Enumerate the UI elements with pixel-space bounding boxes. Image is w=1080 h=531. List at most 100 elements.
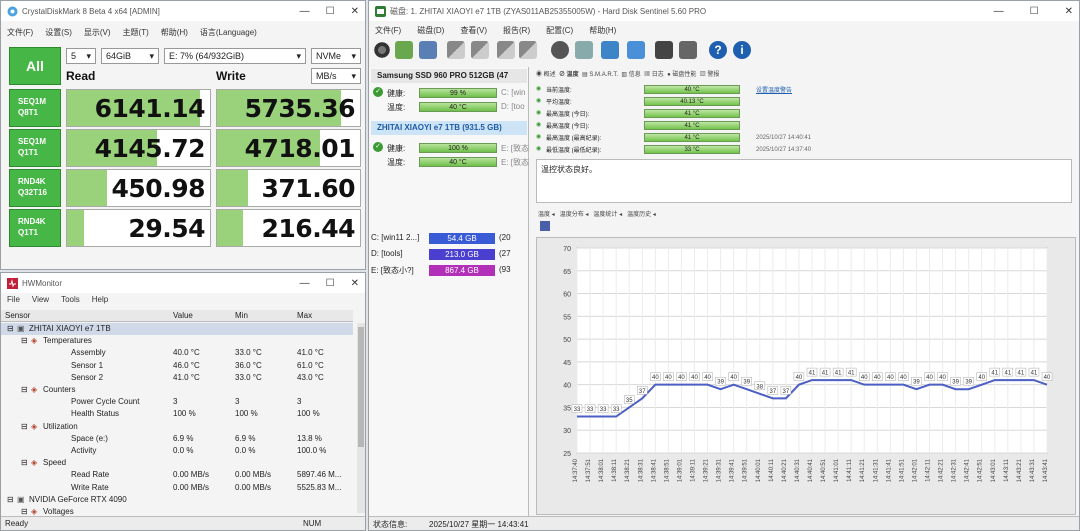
info-icon[interactable]: i: [733, 41, 751, 59]
tree-toggle-icon[interactable]: ⊟: [7, 324, 14, 333]
sensor-row[interactable]: Space (e:) 6.9 % 6.9 % 13.8 %: [1, 433, 353, 445]
menu-item-view[interactable]: 显示(V): [84, 27, 111, 38]
chart-tab-temp[interactable]: 温度: [538, 212, 550, 218]
tool-icon[interactable]: [447, 41, 465, 59]
sensor-row[interactable]: Health Status 100 % 100 % 100 %: [1, 408, 353, 420]
sensor-row[interactable]: Assembly 40.0 °C 33.0 °C 41.0 °C: [1, 347, 353, 359]
sensor-row[interactable]: ⊟ ◈ Counters: [1, 384, 353, 396]
menu-item-file[interactable]: File: [7, 295, 20, 304]
runs-select[interactable]: 5 ▾: [66, 48, 96, 64]
col-min[interactable]: Min: [235, 311, 248, 320]
volume-label[interactable]: D: [tools]: [371, 249, 403, 261]
menu-item-help[interactable]: Help: [92, 295, 108, 304]
close-button[interactable]: ✕: [1065, 6, 1073, 17]
tool-icon-4[interactable]: [519, 41, 537, 59]
test-button-3[interactable]: RND4K Q1T1: [9, 209, 61, 247]
menu-item-help[interactable]: 帮助(H): [161, 27, 188, 38]
tab-info[interactable]: ▥ 信息: [621, 72, 640, 78]
test-button-2[interactable]: RND4K Q32T16: [9, 169, 61, 207]
menu-item-theme[interactable]: 主题(T): [123, 27, 149, 38]
y-tick-label: 70: [563, 246, 571, 253]
tree-toggle-icon[interactable]: ⊟: [21, 507, 28, 516]
menu-item-view[interactable]: View: [32, 295, 49, 304]
copy-icon[interactable]: [575, 41, 593, 59]
menu-item-report[interactable]: 报告(R): [503, 25, 530, 36]
sensor-row[interactable]: ⊟ ◈ Temperatures: [1, 335, 353, 347]
help-icon[interactable]: ?: [709, 41, 727, 59]
tool-icon-3[interactable]: [497, 41, 515, 59]
menu-item-settings[interactable]: 设置(S): [45, 27, 72, 38]
test-button-0[interactable]: SEQ1M Q8T1: [9, 89, 61, 127]
settings-icon[interactable]: [601, 41, 619, 59]
monitor-icon[interactable]: [655, 41, 673, 59]
size-select[interactable]: 64GiB ▾: [101, 48, 159, 64]
volume-label[interactable]: E: [致态小?]: [371, 265, 414, 277]
tab-temperature[interactable]: ⊘ 温度: [559, 72, 579, 78]
chart-tab-stats[interactable]: 温度统计: [593, 212, 617, 218]
tab-smart[interactable]: ▤ S.M.A.R.T.: [582, 72, 618, 78]
disk-icon[interactable]: [551, 41, 569, 59]
chart-tab-history[interactable]: 温度历史: [627, 212, 651, 218]
sensor-max: 100 %: [297, 409, 320, 419]
tab-alerts[interactable]: ▧ 警报: [700, 72, 720, 78]
menu-item-disk[interactable]: 磁盘(D): [417, 25, 444, 36]
x-tick-label: 14:43:11: [1004, 458, 1010, 482]
tab-perf[interactable]: ● 磁盘性能: [667, 72, 696, 78]
sensor-row[interactable]: Sensor 1 46.0 °C 36.0 °C 61.0 °C: [1, 360, 353, 372]
scrollbar-thumb[interactable]: [358, 327, 364, 447]
report-icon[interactable]: [419, 41, 437, 59]
drive-select[interactable]: E: 7% (64/932GiB) ▾: [164, 48, 306, 64]
gear-icon[interactable]: [679, 41, 697, 59]
menu-item-file[interactable]: 文件(F): [375, 25, 401, 36]
col-value[interactable]: Value: [173, 311, 193, 320]
tab-overview[interactable]: ◉ 概述: [536, 72, 556, 78]
sensor-row[interactable]: Activity 0.0 % 0.0 % 100.0 %: [1, 445, 353, 457]
temp-alert-link[interactable]: 设置温度警告: [756, 85, 792, 94]
tool-icon-2[interactable]: [471, 41, 489, 59]
col-sensor[interactable]: Sensor: [5, 311, 30, 320]
refresh-icon[interactable]: [373, 41, 391, 59]
minimize-button[interactable]: —: [300, 278, 310, 289]
data-label: 40: [978, 375, 985, 381]
volume-label[interactable]: C: [win11 2...]: [371, 233, 419, 245]
tree-toggle-icon[interactable]: ⊟: [21, 422, 28, 431]
sensor-row[interactable]: Write Rate 0.00 MB/s 0.00 MB/s 5525.83 M...: [1, 482, 353, 494]
col-max[interactable]: Max: [297, 311, 312, 320]
menu-item-tools[interactable]: Tools: [61, 295, 80, 304]
tree-toggle-icon[interactable]: ⊟: [21, 336, 28, 345]
vertical-scrollbar[interactable]: [357, 323, 365, 513]
mode-select[interactable]: NVMe ▾: [311, 48, 361, 64]
tree-toggle-icon[interactable]: ⊟: [21, 458, 28, 467]
sensor-row[interactable]: Read Rate 0.00 MB/s 0.00 MB/s 5897.46 M...: [1, 469, 353, 481]
maximize-button[interactable]: ☐: [326, 6, 335, 17]
all-button[interactable]: All: [9, 47, 61, 85]
close-button[interactable]: ✕: [351, 6, 359, 17]
test-button-1[interactable]: SEQ1M Q1T1: [9, 129, 61, 167]
close-button[interactable]: ✕: [351, 278, 359, 289]
tree-toggle-icon[interactable]: ⊟: [21, 385, 28, 394]
sensor-row[interactable]: ⊟ ▣ ZHITAI XIAOYI e7 1TB: [1, 323, 353, 335]
minimize-button[interactable]: —: [300, 6, 310, 17]
menu-item-language[interactable]: 语言(Language): [200, 27, 257, 38]
chart-tab-dist[interactable]: 温度分布: [560, 212, 584, 218]
menu-item-view[interactable]: 查看(V): [460, 25, 487, 36]
menu-item-help[interactable]: 帮助(H): [589, 25, 616, 36]
disk-samsung[interactable]: Samsung SSD 960 PRO 512GB (47: [371, 69, 527, 83]
sensor-row[interactable]: Sensor 2 41.0 °C 33.0 °C 43.0 °C: [1, 372, 353, 384]
unit-select[interactable]: MB/s ▾: [311, 68, 361, 84]
menu-item-config[interactable]: 配置(C): [546, 25, 573, 36]
sensor-row[interactable]: ⊟ ◈ Speed: [1, 457, 353, 469]
sensor-row[interactable]: ⊟ ▣ NVIDIA GeForce RTX 4090: [1, 494, 353, 506]
maximize-button[interactable]: ☐: [1030, 6, 1039, 17]
disk-check-icon[interactable]: [395, 41, 413, 59]
save-chart-icon[interactable]: [540, 221, 550, 231]
tree-toggle-icon[interactable]: ⊟: [7, 495, 14, 504]
maximize-button[interactable]: ☐: [326, 278, 335, 289]
network-icon[interactable]: [627, 41, 645, 59]
tab-log[interactable]: ▦ 日志: [644, 72, 664, 78]
sensor-row[interactable]: ⊟ ◈ Utilization: [1, 421, 353, 433]
sensor-row[interactable]: Power Cycle Count 3 3 3: [1, 396, 353, 408]
disk-zhitai[interactable]: ZHITAI XIAOYI e7 1TB (931.5 GB): [371, 121, 527, 135]
menu-item-file[interactable]: 文件(F): [7, 27, 33, 38]
minimize-button[interactable]: —: [994, 6, 1004, 17]
